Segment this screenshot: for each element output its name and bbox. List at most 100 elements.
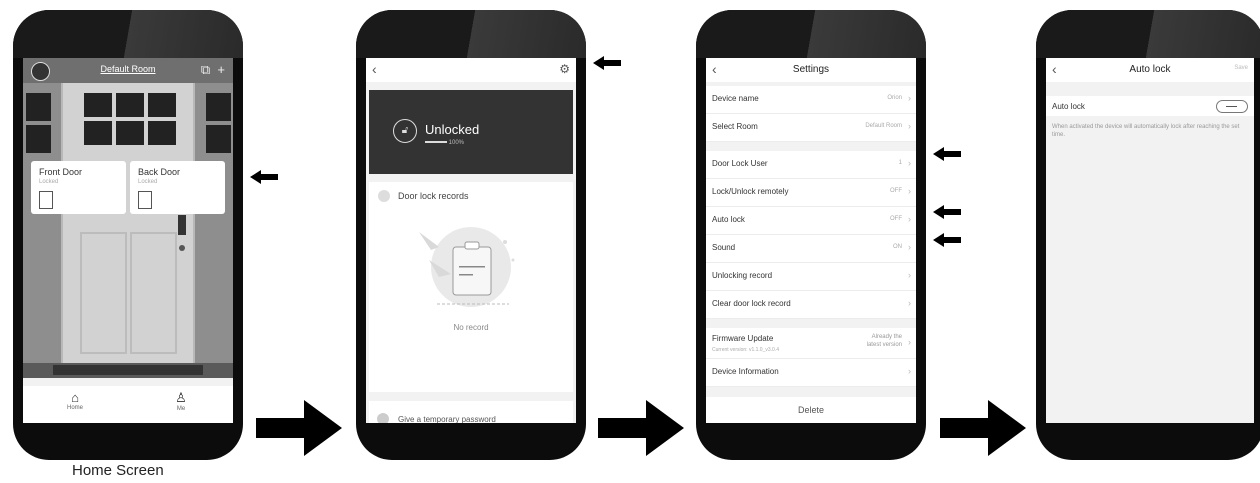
gear-icon[interactable]: ⚙	[559, 62, 570, 76]
password-icon	[377, 413, 389, 423]
row-value: OFF	[890, 188, 902, 194]
door-illustration	[23, 83, 233, 378]
row-label: Clear door lock record	[712, 299, 791, 308]
chevron-right-icon: ›	[908, 93, 911, 103]
add-icon[interactable]: +	[217, 62, 225, 77]
save-button[interactable]: Save	[1234, 65, 1248, 71]
row-value: OFF	[890, 216, 902, 222]
battery-level: 100%	[425, 140, 464, 146]
empty-label: No record	[453, 323, 489, 332]
row-label: Select Room	[712, 122, 758, 131]
records-icon	[378, 190, 390, 202]
row-label: Lock/Unlock remotely	[712, 187, 789, 196]
flow-arrow-right-icon	[940, 400, 1026, 456]
unlock-icon[interactable]: 🔓︎	[393, 119, 417, 143]
callout-arrow-left-icon	[933, 205, 961, 219]
device-tile-back-door[interactable]: Back Door Locked	[130, 161, 225, 214]
flow-arrow-right-icon	[256, 400, 342, 456]
callout-arrow-left-icon	[933, 147, 961, 161]
door-photo	[23, 83, 233, 378]
header-actions: ⧉ +	[201, 62, 225, 78]
settings-row-device-name[interactable]: Device name Orion ›	[706, 86, 916, 114]
tab-home[interactable]: ⌂ Home	[45, 390, 105, 411]
device-name: Back Door	[138, 167, 181, 177]
auto-lock-label: Auto lock	[1052, 102, 1085, 111]
lock-device-icon	[39, 191, 53, 209]
lock-status-panel: 🔓︎ Unlocked 100%	[369, 90, 573, 174]
row-label: Device Information	[712, 367, 779, 376]
lock-device-icon	[138, 191, 152, 209]
chevron-right-icon: ›	[908, 298, 911, 308]
flow-arrow-right-icon	[598, 400, 684, 456]
row-label: Firmware Update	[712, 334, 774, 343]
callout-arrow-left-icon	[250, 170, 278, 184]
tab-label: Home	[66, 405, 83, 411]
device-header: ‹ ⚙	[366, 58, 576, 82]
auto-lock-toggle[interactable]	[1216, 100, 1248, 113]
chevron-right-icon: ›	[908, 121, 911, 131]
chevron-right-icon: ›	[908, 337, 911, 347]
grid-icon[interactable]: ⧉	[201, 62, 210, 77]
tab-me[interactable]: ♙ Me	[151, 390, 211, 412]
temp-password-row[interactable]: Give a temporary password	[369, 401, 573, 423]
device-status: Locked	[39, 179, 59, 185]
row-value: Orion	[887, 95, 902, 101]
row-value: Default Room	[865, 123, 902, 129]
row-label: Auto lock	[712, 215, 745, 224]
firmware-status: Already the latest version	[866, 334, 902, 348]
settings-row-auto-lock[interactable]: Auto lock OFF ›	[706, 207, 916, 235]
settings-row-sound[interactable]: Sound ON ›	[706, 235, 916, 263]
row-value: ON	[893, 244, 902, 250]
settings-screen: ‹ Settings Device name Orion › Select Ro…	[706, 58, 916, 423]
auto-lock-screen: ‹ Auto lock Save Auto lock When activate…	[1046, 58, 1254, 423]
row-label: Device name	[712, 94, 759, 103]
chevron-right-icon: ›	[908, 270, 911, 280]
records-panel: Door lock records No record	[369, 182, 573, 392]
home-header: Default Room ⧉ +	[23, 58, 233, 83]
row-label: Unlocking record	[712, 271, 773, 280]
chevron-right-icon: ›	[908, 186, 911, 196]
back-icon[interactable]: ‹	[372, 61, 377, 77]
person-icon: ♙	[175, 390, 187, 405]
auto-lock-header: ‹ Auto lock Save	[1046, 58, 1254, 82]
tab-label: Me	[176, 406, 186, 412]
chevron-right-icon: ›	[908, 242, 911, 252]
auto-lock-row: Auto lock	[1046, 96, 1254, 116]
device-status: Locked	[138, 179, 158, 185]
phone-glare	[1036, 10, 1260, 58]
device-screen: ‹ ⚙ 🔓︎ Unlocked 100% Door lock records N…	[366, 58, 576, 423]
settings-row-lock-remotely[interactable]: Lock/Unlock remotely OFF ›	[706, 179, 916, 207]
settings-row-door-lock-user[interactable]: Door Lock User 1 ›	[706, 151, 916, 179]
page-title: Auto lock	[1129, 64, 1171, 75]
phone-settings: ‹ Settings Device name Orion › Select Ro…	[696, 10, 926, 460]
phone-glare	[696, 10, 926, 58]
phone-glare	[356, 10, 586, 58]
settings-row-device-information[interactable]: Device Information ›	[706, 359, 916, 387]
firmware-version: Current version: v1.1.0_v3.0.4	[712, 347, 779, 353]
temp-password-label: Give a temporary password	[398, 415, 496, 423]
settings-row-firmware-update[interactable]: Firmware Update Current version: v1.1.0_…	[706, 328, 916, 359]
callout-arrow-left-icon	[933, 233, 961, 247]
callout-arrow-left-icon	[593, 56, 621, 70]
auto-lock-description: When activated the device will automatic…	[1052, 124, 1240, 138]
settings-row-unlocking-record[interactable]: Unlocking record ›	[706, 263, 916, 291]
records-label[interactable]: Door lock records	[398, 191, 469, 201]
home-icon: ⌂	[71, 390, 79, 405]
lock-state: Unlocked	[425, 122, 480, 137]
delete-button[interactable]: Delete	[706, 397, 916, 423]
caption-home-screen: Home Screen	[72, 462, 164, 479]
settings-row-select-room[interactable]: Select Room Default Room ›	[706, 114, 916, 142]
settings-row-clear-record[interactable]: Clear door lock record ›	[706, 291, 916, 319]
empty-clipboard-icon	[419, 227, 515, 307]
device-tile-front-door[interactable]: Front Door Locked	[31, 161, 126, 214]
device-name: Front Door	[39, 167, 83, 177]
home-screen: Default Room ⧉ + Front Door Locked Back …	[23, 58, 233, 423]
row-value: 1	[898, 160, 902, 166]
phone-device: ‹ ⚙ 🔓︎ Unlocked 100% Door lock records N…	[356, 10, 586, 460]
phone-glare	[13, 10, 243, 58]
chevron-right-icon: ›	[908, 158, 911, 168]
page-title: Settings	[792, 64, 830, 75]
phone-home: Default Room ⧉ + Front Door Locked Back …	[13, 10, 243, 460]
settings-header: ‹ Settings	[706, 58, 916, 82]
tab-bar: ⌂ Home ♙ Me	[23, 386, 233, 423]
